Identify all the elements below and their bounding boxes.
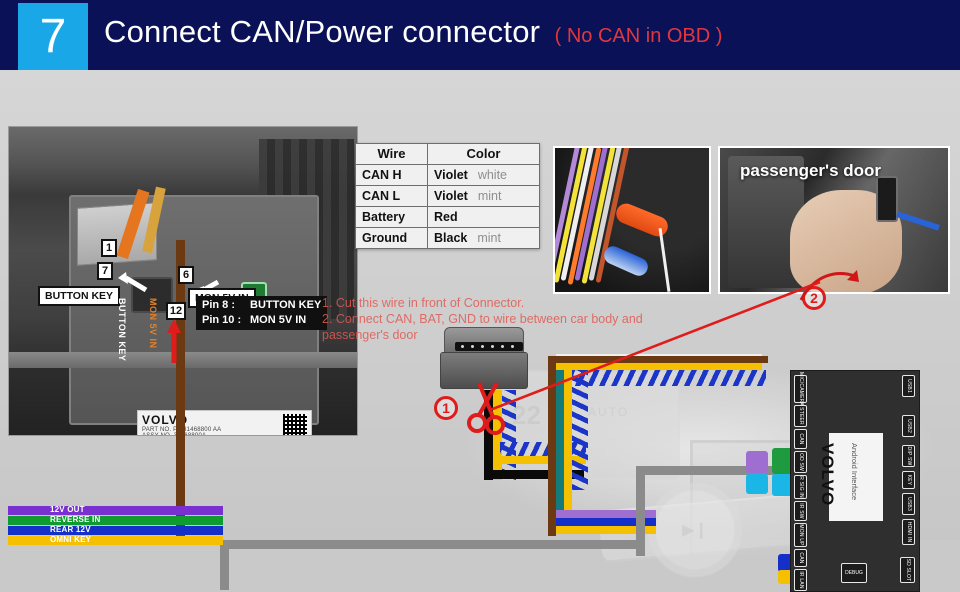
wire-color-can-h: Violet white	[427, 164, 540, 186]
table-header-row: Wire Color	[355, 143, 540, 165]
pin-8-function: BUTTON KEY	[250, 299, 322, 311]
color-secondary: white	[477, 168, 507, 182]
title-wrapper: Connect CAN/Power connector ( No CAN in …	[104, 14, 722, 50]
wire-color-can-l: Violet mint	[427, 185, 540, 207]
trunk-yellow-top	[556, 362, 762, 370]
port-mon-up: MON UP	[794, 523, 807, 547]
color-primary: Black	[434, 231, 468, 245]
obd-top-shell	[444, 327, 524, 353]
port-ir-lan: IR LAN	[794, 569, 807, 591]
grey-harness-bottom	[220, 540, 640, 549]
trunk-chevron-vertical	[572, 370, 588, 490]
port-usb3: USB3	[902, 493, 915, 515]
port-usb1: USB1	[902, 375, 915, 397]
color-primary: Violet	[434, 189, 468, 203]
legend-wire-omni-key: OMNI KEY	[8, 535, 223, 545]
port-od-sw: OD SW	[794, 451, 807, 473]
port-steer: STEER	[794, 405, 807, 427]
col-header-wire: Wire	[355, 143, 428, 165]
color-primary: Red	[434, 210, 458, 224]
wire-color-battery: Red	[427, 206, 540, 228]
slide-body: 22 AUTO VOLVO PART NO. P1-31468800 AA AS…	[0, 70, 960, 592]
pin-10-function: MON 5V IN	[250, 314, 307, 326]
callout-button-key: BUTTON KEY	[38, 286, 121, 306]
legend-label-12v-out: 12V OUT	[50, 505, 85, 514]
pin-legend-row-2: Pin 10 : MON 5V IN	[202, 313, 321, 328]
legend-wire-rear-12v: REAR 12V	[8, 525, 223, 535]
door-cable	[896, 211, 940, 231]
legend-label-rear-12v: REAR 12V	[50, 525, 91, 534]
volvo-brand-plate: VOLVO Android Interface	[818, 431, 885, 523]
wire-bundle-photo	[553, 146, 711, 294]
legend-wire-12v-out: 12V OUT	[8, 505, 223, 515]
table-row: Ground Black mint	[355, 227, 540, 249]
qr-code-icon	[283, 414, 307, 435]
wire-name-ground: Ground	[355, 227, 428, 249]
vertical-label-mon-5v-in: MON 5V IN	[148, 298, 158, 349]
port-usb2: USB2	[902, 415, 915, 437]
color-secondary: mint	[477, 189, 502, 203]
title-note: ( No CAN in OBD )	[554, 25, 723, 47]
volvo-interface-module: VOLVO Android Interface MIC/CAMERA STEER…	[790, 370, 920, 592]
table-row: CAN L Violet mint	[355, 185, 540, 207]
table-row: Battery Red	[355, 206, 540, 228]
trunk-chevron-top	[570, 370, 766, 386]
port-hdmi-in: HDMI IN	[902, 519, 915, 545]
trunk-teal-vertical	[556, 370, 564, 520]
volvo-part-sticker: VOLVO PART NO. P1-31468800 AA ASSY NO. 3…	[137, 410, 312, 435]
passenger-door-label: passenger's door	[740, 161, 882, 180]
wire-color-table: Wire Color CAN H Violet white CAN L Viole…	[355, 143, 540, 249]
door-connector	[876, 176, 898, 222]
wire-color-ground: Black mint	[427, 227, 540, 249]
ghost-temperature: 22	[512, 400, 541, 430]
pin-legend: Pin 8 : BUTTON KEY Pin 10 : MON 5V IN	[196, 296, 328, 330]
step-marker-1: 1	[434, 396, 458, 420]
red-note-line-2: 2. Connect CAN, BAT, GND to wire between…	[322, 312, 643, 326]
wire-name-can-l: CAN L	[355, 185, 428, 207]
page-title: Connect CAN/Power connector	[104, 14, 541, 49]
volvo-brand-text: VOLVO	[818, 443, 837, 507]
wire-name-can-h: CAN H	[355, 164, 428, 186]
port-can-2: CAN	[794, 549, 807, 567]
col-header-color: Color	[427, 143, 540, 165]
connector-purple	[746, 451, 768, 473]
ghost-auto-label: AUTO	[588, 405, 630, 419]
wire-name-battery: Battery	[355, 206, 428, 228]
marker-2-arrow	[799, 270, 859, 301]
connector-cyan	[746, 474, 768, 494]
red-note-line-1: 1. Cut this wire in front of Connector.	[322, 296, 525, 310]
trunk-yellow-vertical	[564, 370, 572, 520]
volvo-subtitle-text: Android Interface	[850, 443, 859, 501]
port-mic-camera: MIC/CAMERA	[794, 372, 807, 406]
legend-label-omni-key: OMNI KEY	[50, 535, 92, 544]
port-sd-slot: SD SLOT	[900, 557, 915, 583]
table-row: CAN H Violet white	[355, 164, 540, 186]
port-ir-sw: IR SW	[794, 501, 807, 521]
white-lead-wire	[658, 228, 671, 292]
port-can-1: CAN	[794, 429, 807, 449]
pin-legend-row-1: Pin 8 : BUTTON KEY	[202, 298, 321, 313]
port-r-sig-in: R SIG IN	[794, 475, 807, 499]
red-up-arrow	[167, 319, 181, 363]
port-debug: DEBUG	[841, 563, 867, 583]
legend-wire-reverse-in: REVERSE IN	[8, 515, 223, 525]
color-secondary: mint	[477, 231, 501, 245]
scissors-icon	[467, 382, 505, 435]
vertical-label-button-key: BUTTON KEY	[117, 298, 127, 362]
legend-label-reverse-in: REVERSE IN	[50, 515, 101, 524]
wire-legend: 12V OUT REVERSE IN REAR 12V OMNI KEY	[8, 505, 223, 546]
pin-8-key: Pin 8 :	[202, 299, 236, 311]
step-number-badge: 7	[18, 3, 88, 70]
trunk-brown-top	[548, 356, 768, 363]
port-dip-sw: DIP SW	[902, 445, 915, 467]
trunk-brown-vertical	[548, 356, 556, 536]
pin-10-key: Pin 10 :	[202, 314, 242, 326]
color-primary: Violet	[434, 168, 468, 182]
port-key: KEY	[902, 471, 915, 489]
page-header: 7 Connect CAN/Power connector ( No CAN i…	[0, 0, 960, 70]
